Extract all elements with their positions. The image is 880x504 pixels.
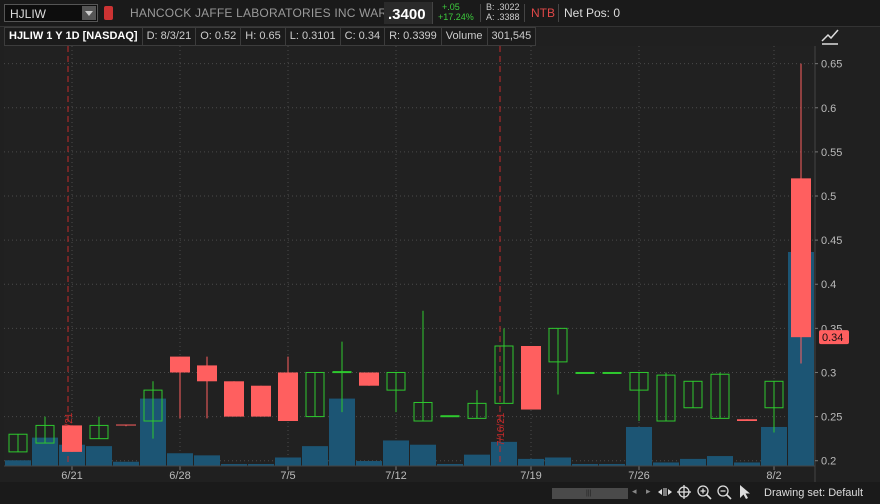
pan-icon[interactable] (657, 484, 673, 500)
scroll-left-icon[interactable]: ◂ (632, 486, 637, 497)
candle-body-down (224, 381, 244, 417)
info-range: R: 0.3399 (385, 27, 442, 46)
x-tick-label: 8/2 (766, 470, 781, 482)
y-tick-label: 0.3 (821, 367, 836, 379)
volume-bar (653, 462, 679, 466)
volume-bar (86, 446, 112, 466)
x-tick-label: 6/28 (169, 470, 190, 482)
divider (558, 4, 559, 22)
candle-body-down (251, 385, 271, 417)
candle-body-down (197, 365, 217, 382)
info-volume-label: Volume (441, 27, 488, 46)
info-low: L: 0.3101 (285, 27, 341, 46)
chart-info-bar: HJLIW 1 Y 1D [NASDAQ] D: 8/3/21 O: 0.52 … (4, 27, 537, 46)
info-date: D: 8/3/21 (142, 27, 197, 46)
info-high: H: 0.65 (241, 27, 286, 46)
candle-body-up (440, 415, 460, 418)
volume-bar (302, 446, 328, 466)
price-chart[interactable]: 6/21/217/16/21 0.20.250.30.350.40.450.50… (0, 46, 880, 482)
scroll-right-icon[interactable]: ▸ (646, 486, 651, 497)
chevron-down-icon[interactable] (82, 6, 96, 20)
y-tick-label: 0.55 (821, 147, 842, 159)
symbol-text: HJLIW (10, 7, 46, 21)
event-marker-label: 7/16/21 (496, 412, 507, 446)
volume-bar (167, 453, 193, 466)
y-tick-label: 0.4 (821, 279, 836, 291)
volume-bar (410, 444, 436, 466)
net-position: Net Pos: 0 (564, 6, 621, 20)
price-change: +.05 (442, 2, 460, 12)
alert-badge-icon[interactable] (104, 6, 113, 20)
x-tick-label: 6/21 (61, 470, 82, 482)
last-price-label: 0.34 (819, 330, 849, 345)
volume-bar (518, 458, 544, 466)
y-tick-label: 0.65 (821, 59, 842, 71)
x-tick-label: 7/12 (385, 470, 406, 482)
volume-bar (275, 457, 301, 466)
volume-bar (383, 440, 409, 466)
info-close: C: 0.34 (340, 27, 386, 46)
drawing-tools-icon[interactable] (820, 27, 840, 47)
x-tick-label: 7/5 (280, 470, 295, 482)
y-tick-label: 0.2 (821, 456, 836, 468)
volume-bar (113, 461, 139, 466)
candle-body-down (278, 372, 298, 421)
info-open: O: 0.52 (196, 27, 242, 46)
y-tick-label: 0.45 (821, 235, 842, 247)
candle-body-down (116, 424, 136, 426)
volume-bar (680, 458, 706, 466)
x-tick-label: 7/26 (628, 470, 649, 482)
x-axis: 6/21 6/28 7/5 7/12 7/19 7/26 8/2 (4, 465, 815, 482)
volume-bar (194, 455, 220, 466)
ask-price: A: .3388 (486, 12, 520, 22)
drawing-set-label[interactable]: Drawing set: Default (764, 487, 863, 499)
divider (524, 4, 525, 22)
candle-body-down (791, 178, 811, 338)
last-price-text: 0.34 (822, 332, 843, 344)
symbol-input[interactable]: HJLIW (4, 4, 98, 22)
chart-title[interactable]: HJLIW 1 Y 1D [NASDAQ] (4, 27, 143, 46)
volume-bar (734, 462, 760, 466)
candle-body-up (575, 371, 595, 374)
horizontal-scrollbar[interactable]: ||| (552, 488, 628, 499)
price-change-percent: +17.24% (438, 12, 474, 22)
pointer-icon[interactable] (737, 484, 753, 500)
crosshair-icon[interactable] (676, 484, 692, 500)
candle-body-down (62, 425, 82, 452)
y-tick-label: 0.6 (821, 103, 836, 115)
info-volume-value: 301,545 (487, 27, 537, 46)
scroll-grip-icon: ||| (586, 490, 592, 497)
bid-price: B: .3022 (486, 2, 520, 12)
last-price-box: .3400 (384, 2, 433, 24)
volume-bar (545, 457, 571, 466)
chart-grid (4, 46, 816, 482)
ntb-status: NTB (531, 6, 555, 20)
zoom-in-icon[interactable] (696, 484, 712, 500)
header-bar: HJLIW HANCOCK JAFFE LABORATORIES INC WAR… (0, 0, 880, 27)
volume-bar (707, 456, 733, 466)
candle-body-down (170, 356, 190, 373)
last-price: .3400 (388, 6, 426, 23)
y-tick-label: 0.5 (821, 191, 836, 203)
volume-bar (5, 460, 31, 466)
candle-body-down (359, 372, 379, 386)
candle-body-up (602, 371, 622, 374)
y-axis: 0.20.250.30.350.40.450.50.550.60.65 (815, 59, 842, 468)
volume-bar (761, 426, 787, 466)
volume-bar (626, 426, 652, 466)
divider (480, 4, 481, 22)
volume-bar (356, 461, 382, 466)
zoom-out-icon[interactable] (716, 484, 732, 500)
candle-body-up (332, 371, 352, 374)
company-name: HANCOCK JAFFE LABORATORIES INC WARRANT (130, 6, 421, 20)
candle-body-down (521, 346, 541, 410)
volume-bar (464, 454, 490, 466)
candle-body-down (737, 419, 757, 421)
y-tick-label: 0.25 (821, 412, 842, 424)
x-tick-label: 7/19 (520, 470, 541, 482)
